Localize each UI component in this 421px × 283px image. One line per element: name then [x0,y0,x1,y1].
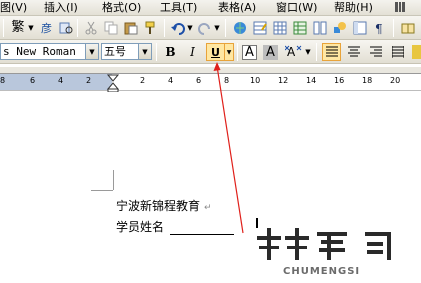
ruler-label: 10 [250,76,261,85]
hyperlink-icon[interactable] [232,20,248,36]
drawing-icon[interactable] [332,20,348,36]
menu-tools[interactable]: 工具(T) [160,1,197,15]
format-painter-icon[interactable] [143,20,159,36]
underline-button[interactable]: U [206,43,225,61]
ruler-label: 6 [196,76,202,85]
font-name-dropdown-icon[interactable]: ▼ [86,43,99,60]
menu-table[interactable]: 表格(A) [218,1,256,15]
char-border-button[interactable]: A [242,45,257,60]
copy-icon[interactable] [103,20,119,36]
research-icon[interactable] [58,20,74,36]
underlined-blank [170,223,235,235]
ruler-label: 2 [140,76,146,85]
chevron-down-icon[interactable]: ▼ [27,20,35,36]
ruler-label: 4 [168,76,174,85]
ruler-label: 8 [224,76,230,85]
menu-help[interactable]: 帮助(H) [334,1,373,15]
font-name-combo[interactable]: s New Roman [0,43,86,60]
undo-dropdown-icon[interactable]: ▼ [186,20,194,36]
ruler-label: 6 [30,76,36,85]
insert-table-icon[interactable] [272,20,288,36]
read-icon[interactable] [400,20,416,36]
document-text: 宁波新锦程教育 [116,199,201,213]
show-hide-icon[interactable]: ¶ [372,20,388,36]
ruler-label: 20 [390,76,401,85]
ruler-label: 14 [306,76,317,85]
ruler-label: 8 [0,76,6,85]
simplified-traditional-button[interactable]: 繁 [10,20,26,36]
menu-bar: 图(V) 插入(I) 格式(O) 工具(T) 表格(A) 窗口(W) 帮助(H) [0,0,421,16]
document-map-icon[interactable] [352,20,368,36]
margin-corner-mark [91,190,113,191]
ruler-label: 16 [334,76,345,85]
formatting-toolbar: s New Roman ▼ 五号 ▼ B I U ▼ A A A ▼ [0,40,421,64]
cut-icon[interactable] [83,20,99,36]
chumengsi-logo-icon [257,228,391,260]
svg-text:彦: 彦 [41,21,52,35]
ruler-label: 12 [278,76,289,85]
ruler-label: 4 [58,76,64,85]
menu-view[interactable]: 图(V) [0,1,27,15]
undo-icon[interactable] [170,20,186,36]
redo-dropdown-icon[interactable]: ▼ [213,20,221,36]
char-scaling-icon[interactable]: A [284,43,303,61]
ruler-label: 2 [86,76,92,85]
watermark-logo: CHUMENGSI [255,222,415,280]
font-size-dropdown-icon[interactable]: ▼ [139,43,152,60]
paragraph-mark: ↵ [204,203,212,213]
bold-button[interactable]: B [161,43,180,61]
horizontal-ruler[interactable]: 8 6 4 2 2 4 6 8 10 12 14 16 18 20 [0,73,421,92]
pinyin-icon[interactable]: 彦 [40,20,56,36]
underline-dropdown-icon[interactable]: ▼ [225,43,234,61]
ruler-left-margin [0,74,112,90]
tables-borders-icon[interactable] [252,20,268,36]
align-center-icon[interactable] [344,43,363,61]
distributed-icon[interactable] [388,43,407,61]
align-right-icon[interactable] [366,43,385,61]
redo-icon[interactable] [197,20,213,36]
align-justify-icon[interactable] [322,43,341,61]
svg-text:¶: ¶ [375,22,383,35]
char-shading-button[interactable]: A [263,45,278,60]
indent-marker-icon[interactable] [107,74,119,92]
paste-icon[interactable] [123,20,139,36]
watermark-text: CHUMENGSI [283,266,361,277]
ruler-label: 18 [362,76,373,85]
char-scaling-dropdown-icon[interactable]: ▼ [304,44,312,60]
columns-icon[interactable] [312,20,328,36]
menu-insert[interactable]: 插入(I) [44,1,78,15]
standard-toolbar: 繁 ▼ 彦 ▼ ▼ ¶ [0,16,421,40]
line-spacing-icon[interactable] [408,43,421,61]
document-line-1: 宁波新锦程教育 ↵ [116,197,212,214]
menu-format[interactable]: 格式(O) [102,1,141,15]
menu-window[interactable]: 窗口(W) [276,1,317,15]
document-text: 学员姓名 [116,220,165,234]
document-line-2: 学员姓名 [116,218,235,235]
font-size-combo[interactable]: 五号 [101,43,139,60]
insert-excel-icon[interactable] [292,20,308,36]
italic-button[interactable]: I [183,43,202,61]
margin-corner-mark [113,170,114,190]
